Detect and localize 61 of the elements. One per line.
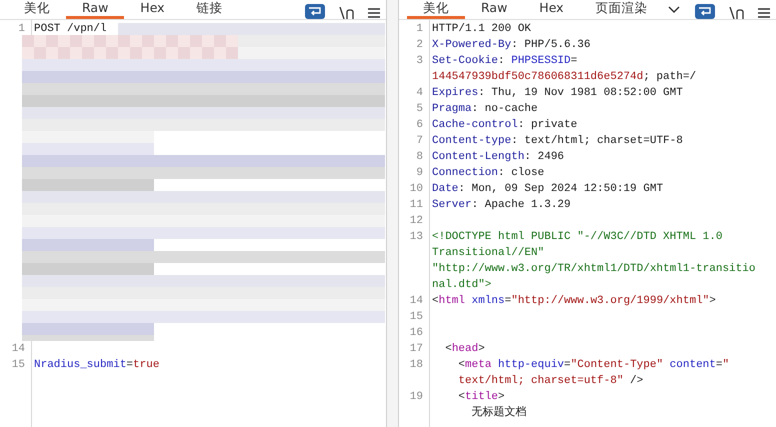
- line-number: 16: [408, 326, 424, 341]
- line-number: 12: [408, 214, 424, 229]
- line-number: 14: [408, 294, 424, 309]
- newline-icon[interactable]: [729, 7, 744, 19]
- code-line: X-Powered-By: PHP/5.6.36: [431, 38, 590, 53]
- line-number: 17: [408, 342, 424, 357]
- code-line: <head>: [444, 342, 485, 357]
- code-line: Connection: close: [431, 166, 544, 181]
- code-line: nal.dtd">: [431, 278, 492, 293]
- wrap-icon[interactable]: [305, 4, 325, 19]
- line-number: 10: [408, 182, 424, 197]
- code-line: Expires: Thu, 19 Nov 1981 08:52:00 GMT: [431, 86, 683, 101]
- line-number: 13: [408, 230, 424, 245]
- code-line: Content-Length: 2496: [431, 150, 564, 165]
- line-number: 2: [415, 38, 424, 53]
- code-line: Transitional//EN": [431, 246, 544, 261]
- tab[interactable]: Raw: [66, 1, 124, 19]
- code-line: Cache-control: private: [431, 118, 578, 133]
- line-number: 19: [408, 390, 424, 405]
- chevron-down-icon[interactable]: [668, 4, 680, 14]
- code-line: Nradius_submit=true: [33, 358, 160, 373]
- line-number: 8: [415, 150, 424, 165]
- line-number: 5: [415, 102, 424, 117]
- line-number: 11: [408, 198, 424, 213]
- line-number: 15: [408, 310, 424, 325]
- line-number: 15: [10, 358, 26, 373]
- code-line: "http://www.w3.org/TR/xhtml1/DTD/xhtml1-transitio: [431, 262, 756, 277]
- line-number: 1: [17, 22, 26, 37]
- menu-icon[interactable]: [758, 7, 770, 19]
- code-line: <meta http-equiv="Content-Type" content=": [457, 358, 730, 373]
- line-number: 14: [10, 342, 26, 357]
- code-line: Content-type: text/html; charset=UTF-8: [431, 134, 683, 149]
- line-number: 3: [415, 54, 424, 69]
- code-line: POST /vpn/l: [33, 22, 107, 37]
- menu-icon[interactable]: [368, 7, 380, 19]
- tab[interactable]: 页面渲染: [580, 1, 664, 19]
- tab[interactable]: 链接: [180, 1, 239, 19]
- tab[interactable]: 美化: [407, 1, 465, 19]
- line-number: 1: [415, 22, 424, 37]
- code-line: Server: Apache 1.3.29: [431, 198, 571, 213]
- code-line: 144547939bdf50c786068311d6e5274d; path=/: [431, 70, 696, 85]
- tab[interactable]: Hex: [523, 1, 580, 19]
- line-number: 4: [415, 86, 424, 101]
- code-line: text/html; charset=utf-8" />: [457, 374, 644, 389]
- tab[interactable]: Raw: [465, 1, 524, 19]
- code-line: Pragma: no-cache: [431, 102, 538, 117]
- code-line: <!DOCTYPE html PUBLIC "-//W3C//DTD XHTML 1.0: [431, 230, 722, 245]
- code-line: Date: Mon, 09 Sep 2024 12:50:19 GMT: [431, 182, 664, 197]
- tab[interactable]: 美化: [8, 1, 66, 19]
- line-number: 9: [415, 166, 424, 181]
- code-line: Set-Cookie: PHPSESSID=: [431, 54, 578, 69]
- tab[interactable]: Hex: [124, 1, 181, 19]
- line-number: 7: [415, 134, 424, 149]
- code-line: HTTP/1.1 200 OK: [431, 22, 532, 37]
- code-line: <title>: [457, 390, 505, 405]
- wrap-icon[interactable]: [695, 4, 715, 19]
- newline-icon[interactable]: [339, 7, 354, 19]
- code-line: <html xmlns="http://www.w3.org/1999/xhtml">: [431, 294, 716, 309]
- code-line: 无标题文档: [470, 405, 527, 421]
- line-number: 6: [415, 118, 424, 133]
- line-number: 18: [408, 358, 424, 373]
